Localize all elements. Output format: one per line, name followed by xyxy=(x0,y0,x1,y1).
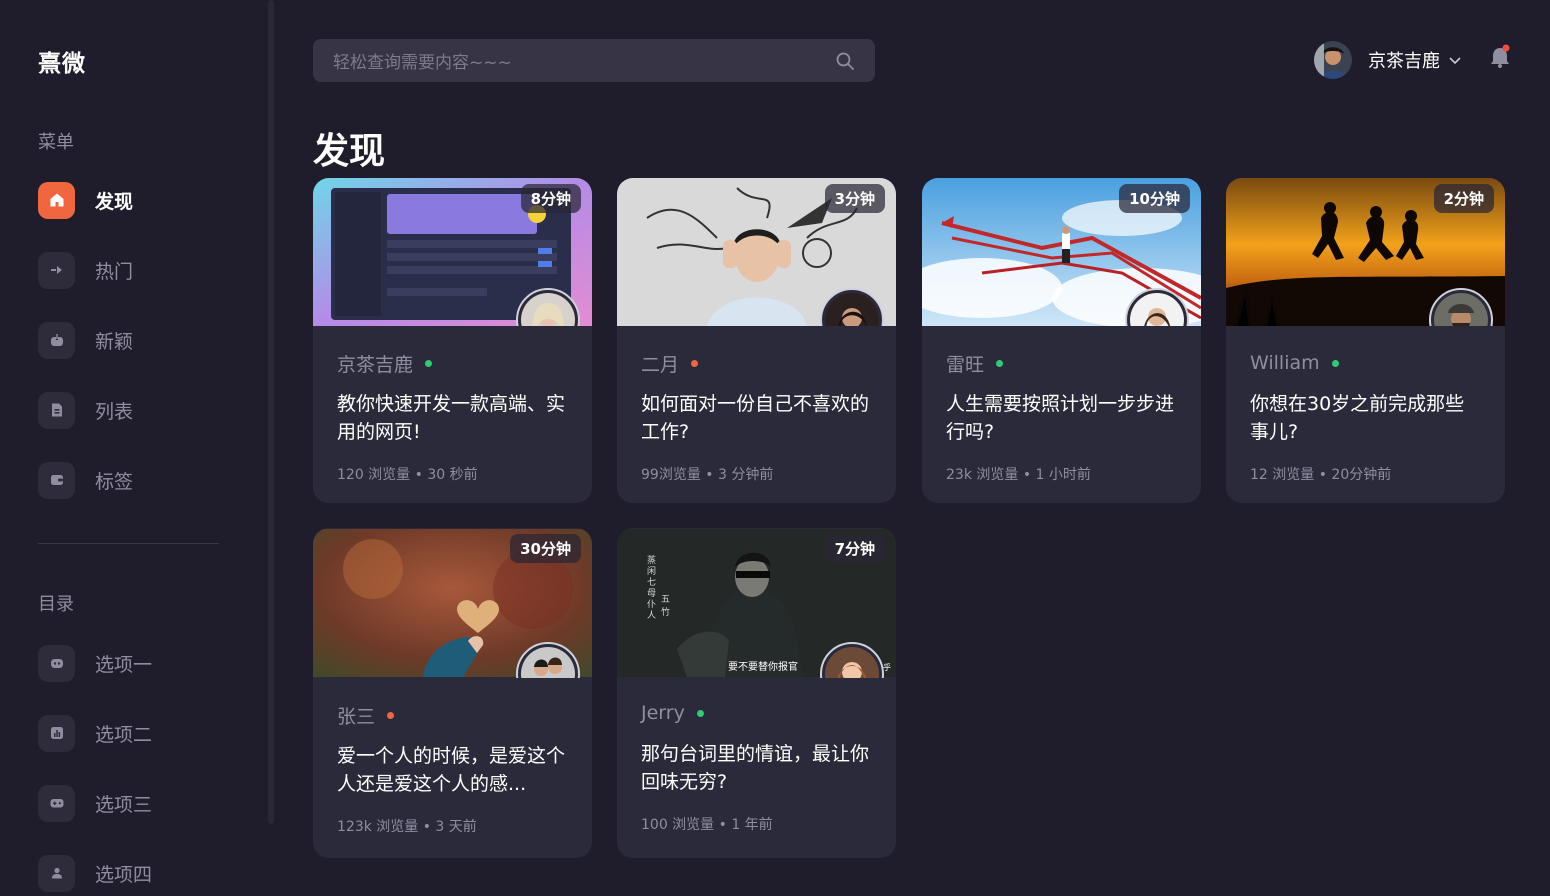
article-card[interactable]: 2分钟 William 你想在30岁之前完成那些事儿? 12 浏览量 • 20分… xyxy=(1226,178,1505,503)
logo[interactable]: 熹微 xyxy=(38,44,86,78)
status-dot xyxy=(996,359,1004,367)
card-author[interactable]: 京茶吉鹿 xyxy=(337,350,568,376)
sidebar-item-discover[interactable]: 发现 xyxy=(38,181,238,219)
sidebar-item-label: 标签 xyxy=(95,470,134,493)
arrow-right-icon xyxy=(38,251,75,289)
sidebar-item-hot[interactable]: 热门 xyxy=(38,251,238,289)
app-window: 熹微 菜单 发现 热门 新颖 列表 标签 目录 选项一 选项二 选项三 选项四 … xyxy=(0,0,1550,896)
author-name[interactable]: William xyxy=(1250,352,1320,374)
sidebar-item-label: 选项四 xyxy=(95,863,153,886)
movie-vertical-text: 五竹 xyxy=(661,595,671,618)
card-meta: 123k 浏览量 • 3 天前 xyxy=(337,819,477,835)
card-title[interactable]: 爱一个人的时候，是爱这个人还是爱这个人的感... xyxy=(337,742,568,798)
users-icon xyxy=(38,854,75,892)
article-card[interactable]: 8分钟 京茶吉鹿 教你快速开发一款高端、实用的网页! 120 浏览量 • 30 … xyxy=(313,178,592,503)
search-input[interactable]: 轻松查询需要内容~~~ xyxy=(333,48,835,73)
search-bar[interactable]: 轻松查询需要内容~~~ xyxy=(313,39,875,82)
card-title[interactable]: 你想在30岁之前完成那些事儿? xyxy=(1250,390,1481,446)
author-name[interactable]: 二月 xyxy=(641,350,679,377)
gamepad-icon xyxy=(38,784,75,822)
card-author[interactable]: Jerry xyxy=(641,700,872,726)
card-title[interactable]: 教你快速开发一款高端、实用的网页! xyxy=(337,390,568,446)
chevron-down-icon[interactable] xyxy=(1448,53,1462,67)
sidebar-scrollbar[interactable] xyxy=(268,0,274,824)
movie-caption: 要不要替你报官 xyxy=(728,662,798,673)
sidebar-item-option-2[interactable]: 选项二 xyxy=(38,714,238,752)
card-meta: 23k 浏览量 • 1 小时前 xyxy=(946,467,1091,483)
chart-icon xyxy=(38,714,75,752)
duration-badge: 2分钟 xyxy=(1433,184,1494,213)
wallet-icon xyxy=(38,461,75,499)
sidebar-item-option-3[interactable]: 选项三 xyxy=(38,784,238,822)
article-card[interactable]: 30分钟 张三 爱一个人的时候，是爱这个人还是爱这个人的感... 123k 浏览… xyxy=(313,528,592,858)
sidebar-item-label: 选项二 xyxy=(95,723,153,746)
avatar[interactable] xyxy=(1314,41,1352,79)
page-title: 发现 xyxy=(313,131,386,172)
sidebar-item-label: 选项一 xyxy=(95,653,153,676)
document-icon xyxy=(38,391,75,429)
movie-vertical-text: 蒸闲七母仆人 xyxy=(647,556,657,621)
status-dot xyxy=(1331,359,1339,367)
article-card[interactable]: 蒸闲七母仆人 五竹 要不要替你报官 知乎 7分钟 Jerry 那句台词里的情谊，… xyxy=(617,528,896,858)
duration-badge: 30分钟 xyxy=(510,534,581,563)
card-meta: 100 浏览量 • 1 年前 xyxy=(641,817,773,833)
duration-badge: 7分钟 xyxy=(824,534,885,563)
menu-section-label: 菜单 xyxy=(38,132,74,153)
author-name[interactable]: Jerry xyxy=(641,702,685,724)
catalog-section-label: 目录 xyxy=(38,594,74,615)
card-meta: 120 浏览量 • 30 秒前 xyxy=(337,467,478,483)
card-meta: 12 浏览量 • 20分钟前 xyxy=(1250,467,1392,483)
sidebar-item-label: 列表 xyxy=(95,400,134,423)
sidebar-item-label: 发现 xyxy=(95,190,134,213)
card-title[interactable]: 如何面对一份自己不喜欢的工作? xyxy=(641,390,872,446)
search-icon[interactable] xyxy=(835,51,855,71)
power-icon xyxy=(38,321,75,359)
card-cover-image[interactable]: 30分钟 xyxy=(313,528,592,678)
sidebar-item-new[interactable]: 新颖 xyxy=(38,321,238,359)
card-cover-image[interactable]: 10分钟 xyxy=(922,178,1201,326)
sidebar-item-label: 选项三 xyxy=(95,793,153,816)
author-name[interactable]: 京茶吉鹿 xyxy=(337,350,413,377)
sidebar-item-tags[interactable]: 标签 xyxy=(38,461,238,499)
user-menu[interactable]: 京茶吉鹿 xyxy=(1314,41,1462,79)
author-name[interactable]: 张三 xyxy=(337,702,375,729)
card-author[interactable]: 二月 xyxy=(641,350,872,376)
sidebar-item-option-4[interactable]: 选项四 xyxy=(38,854,238,892)
sidebar: 熹微 菜单 发现 热门 新颖 列表 标签 目录 选项一 选项二 选项三 选项四 xyxy=(0,0,270,896)
card-cover-image[interactable]: 2分钟 xyxy=(1226,178,1505,326)
card-author[interactable]: 雷旺 xyxy=(946,350,1177,376)
duration-badge: 8分钟 xyxy=(520,184,581,213)
gamepad-icon xyxy=(38,644,75,682)
author-name[interactable]: 雷旺 xyxy=(946,350,984,377)
card-cover-image[interactable]: 8分钟 xyxy=(313,178,592,326)
duration-badge: 3分钟 xyxy=(824,184,885,213)
bell-icon[interactable] xyxy=(1488,44,1512,70)
card-meta: 99浏览量 • 3 分钟前 xyxy=(641,467,774,483)
card-cover-image[interactable]: 3分钟 xyxy=(617,178,896,326)
sidebar-item-label: 新颖 xyxy=(95,330,134,353)
card-author[interactable]: 张三 xyxy=(337,702,568,728)
duration-badge: 10分钟 xyxy=(1119,184,1190,213)
card-cover-image[interactable]: 蒸闲七母仆人 五竹 要不要替你报官 知乎 7分钟 xyxy=(617,528,896,678)
status-dot xyxy=(387,711,395,719)
home-icon xyxy=(38,181,75,219)
card-author[interactable]: William xyxy=(1250,350,1481,376)
sidebar-item-label: 热门 xyxy=(95,260,134,283)
card-title[interactable]: 人生需要按照计划一步步进行吗? xyxy=(946,390,1177,446)
sidebar-item-list[interactable]: 列表 xyxy=(38,391,238,429)
sidebar-item-option-1[interactable]: 选项一 xyxy=(38,644,238,682)
sidebar-divider xyxy=(38,543,219,544)
card-title[interactable]: 那句台词里的情谊，最让你回味无穷? xyxy=(641,740,872,796)
article-card[interactable]: 3分钟 二月 如何面对一份自己不喜欢的工作? 99浏览量 • 3 分钟前 xyxy=(617,178,896,503)
article-card[interactable]: 10分钟 雷旺 人生需要按照计划一步步进行吗? 23k 浏览量 • 1 小时前 xyxy=(922,178,1201,503)
status-dot xyxy=(696,709,704,717)
user-name[interactable]: 京茶吉鹿 xyxy=(1368,47,1440,73)
status-dot xyxy=(425,359,433,367)
status-dot xyxy=(691,359,699,367)
